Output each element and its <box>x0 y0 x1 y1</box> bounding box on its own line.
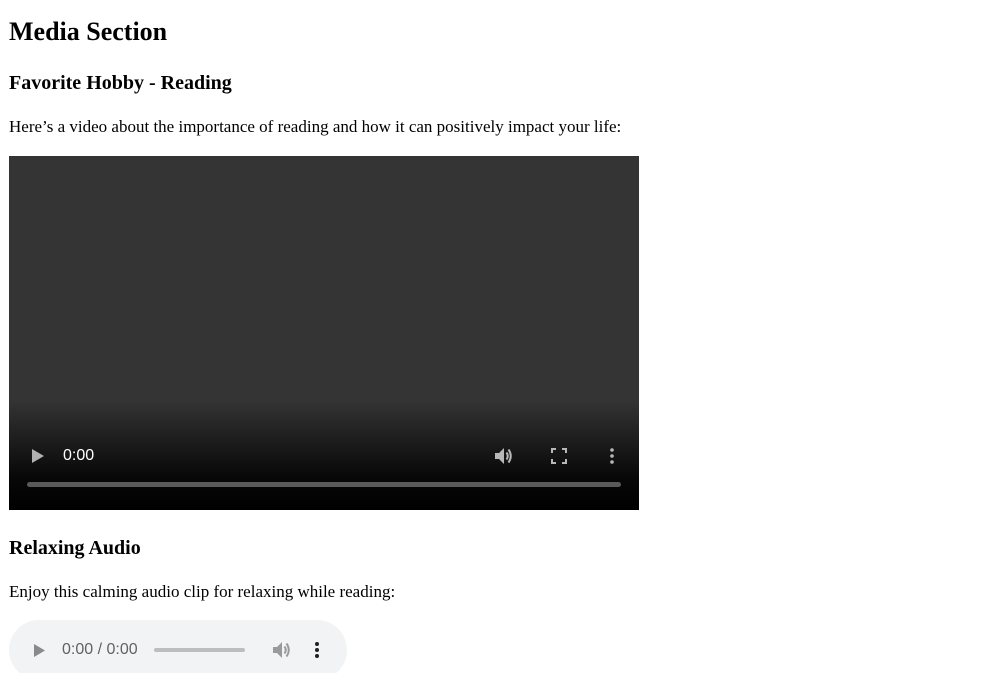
more-options-icon[interactable] <box>605 447 619 465</box>
play-icon[interactable] <box>29 446 47 466</box>
video-current-time: 0:00 <box>63 447 95 464</box>
video-controls-gradient <box>9 400 639 510</box>
audio-heading: Relaxing Audio <box>9 537 141 559</box>
more-options-icon[interactable] <box>310 640 324 660</box>
volume-icon[interactable] <box>493 446 515 466</box>
hobby-heading: Favorite Hobby - Reading <box>9 72 232 94</box>
video-progress-bar[interactable] <box>27 482 621 487</box>
audio-time: 0:00 / 0:00 <box>62 641 138 658</box>
media-page: Media Section Favorite Hobby - Reading H… <box>0 0 987 673</box>
hobby-description: Here’s a video about the importance of r… <box>9 117 622 136</box>
audio-player[interactable]: 0:00 / 0:00 <box>9 620 347 673</box>
audio-progress-bar[interactable] <box>154 648 245 652</box>
page-title: Media Section <box>9 17 168 46</box>
volume-icon[interactable] <box>271 640 293 660</box>
audio-description: Enjoy this calming audio clip for relaxi… <box>9 582 396 601</box>
video-player[interactable]: 0:00 <box>9 156 639 510</box>
play-icon[interactable] <box>31 640 47 660</box>
fullscreen-icon[interactable] <box>550 447 568 465</box>
